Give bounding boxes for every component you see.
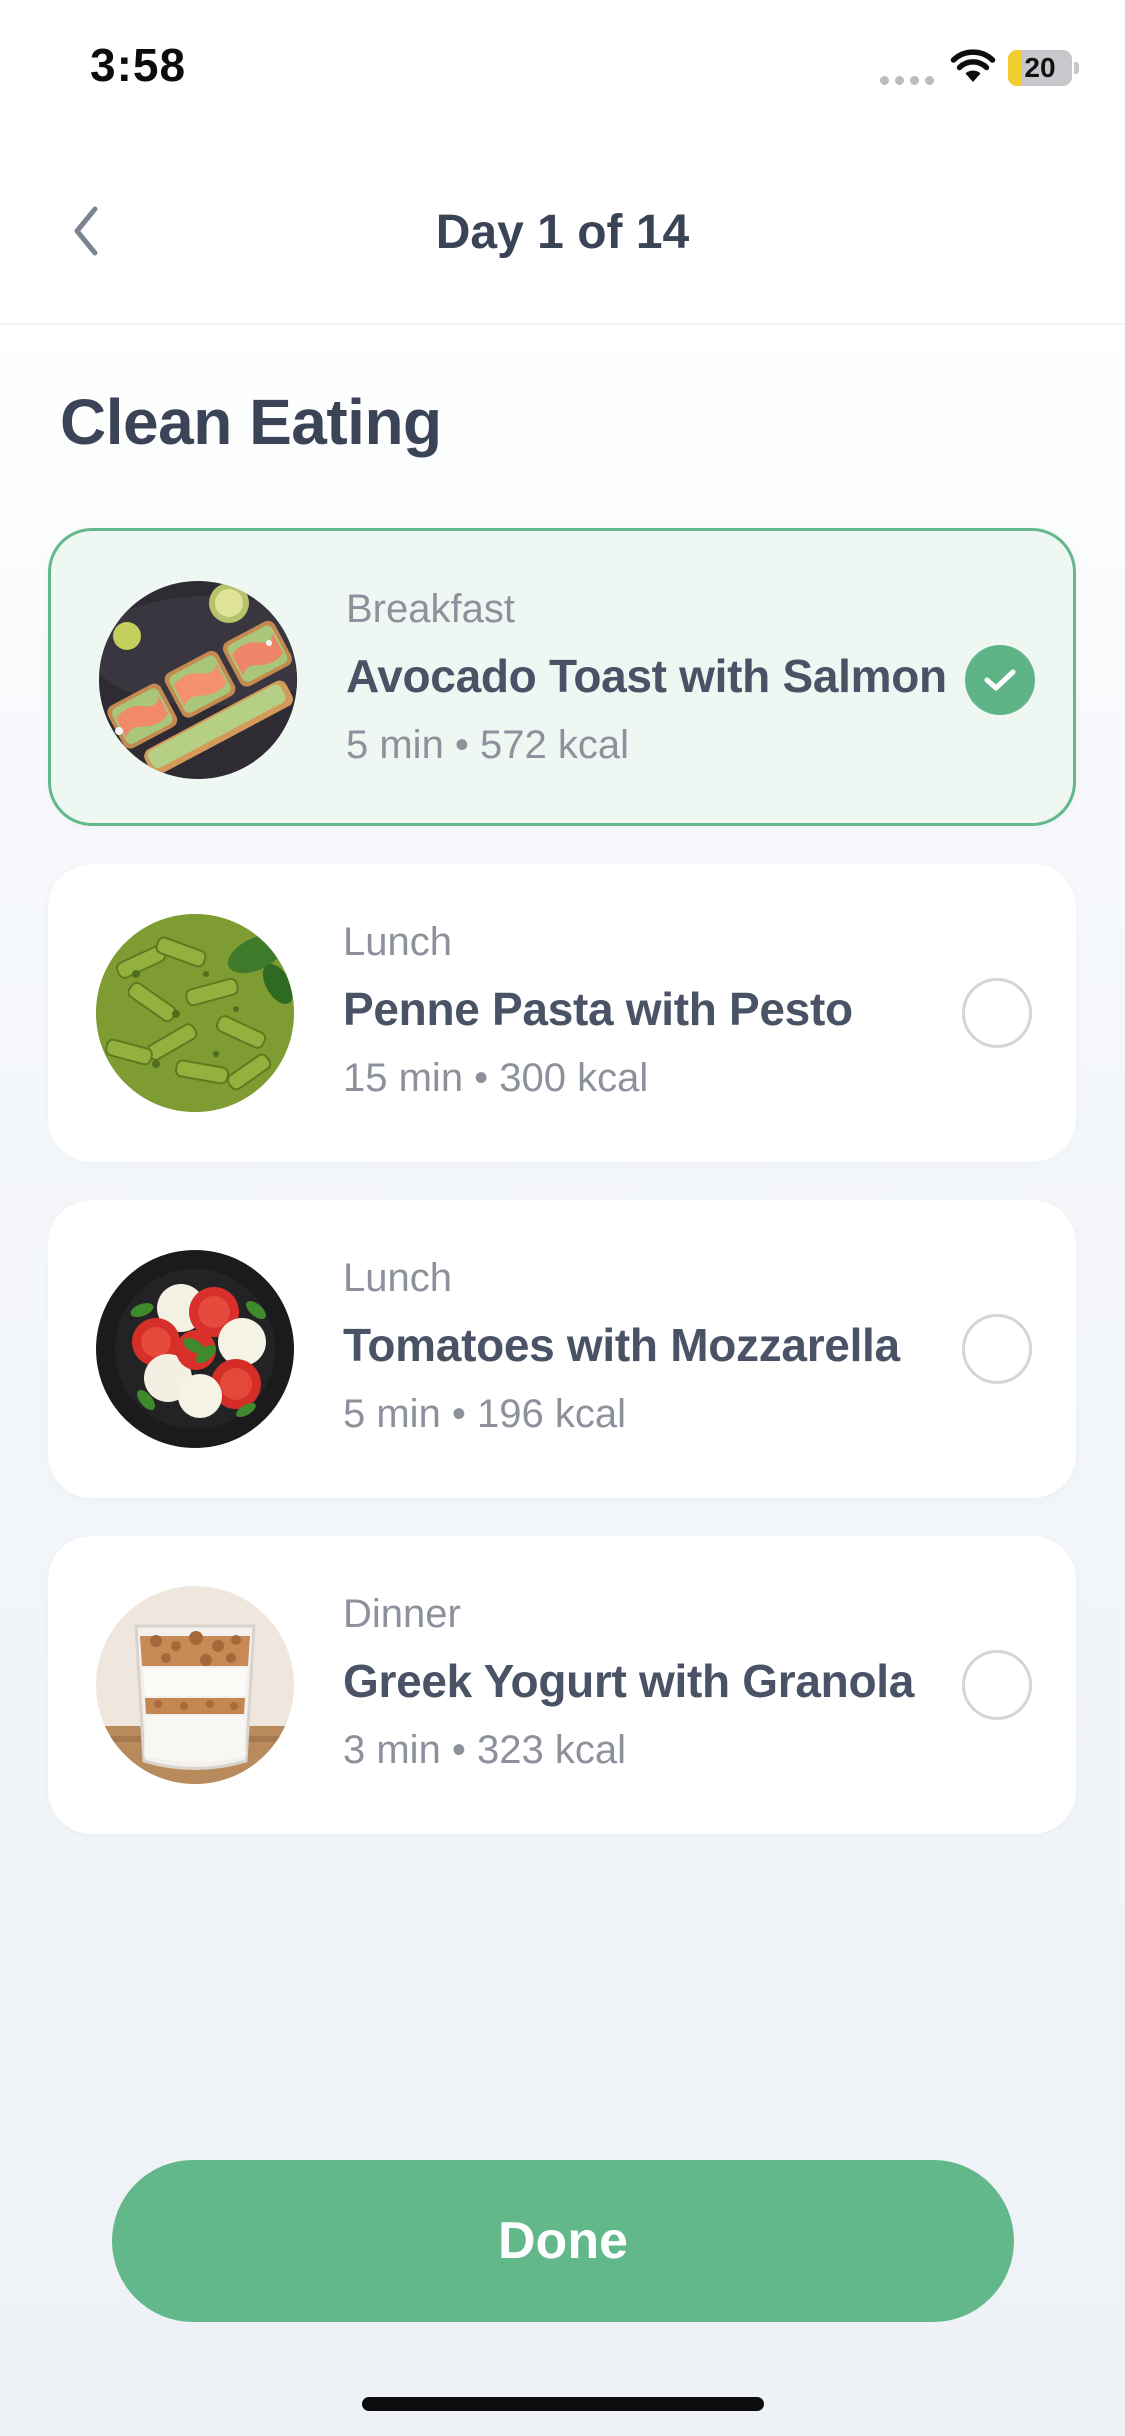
battery-level: 20 [1024, 52, 1056, 83]
meal-card-lunch-caprese[interactable]: Lunch Tomatoes with Mozzarella 5 min • 1… [48, 1200, 1076, 1498]
meal-category: Lunch [343, 920, 452, 964]
status-bar: 3:58 20 [0, 0, 1125, 140]
meal-card-lunch-pasta[interactable]: Lunch Penne Pasta with Pesto 15 min • 30… [48, 864, 1076, 1162]
meal-meta: 5 min • 196 kcal [343, 1392, 627, 1436]
meal-checkbox[interactable] [962, 978, 1032, 1048]
meal-checkbox[interactable] [962, 1650, 1032, 1720]
penne-pesto-image [96, 914, 294, 1112]
meal-plan-screen: 3:58 20 Day 1 of 14 Clean Eating Breakfa… [0, 0, 1125, 2436]
nav-title: Day 1 of 14 [435, 206, 690, 259]
checkmark-icon [984, 669, 1016, 691]
navigation-bar: Day 1 of 14 [0, 140, 1125, 325]
wifi-icon [950, 49, 996, 82]
meal-meta: 3 min • 323 kcal [343, 1728, 627, 1772]
meal-meta: 15 min • 300 kcal [343, 1056, 649, 1100]
meal-category: Lunch [343, 1256, 452, 1300]
meal-photo [96, 1250, 294, 1448]
avocado-toast-salmon-image [99, 581, 297, 779]
meal-checkbox[interactable] [965, 645, 1035, 715]
meal-photo [96, 1586, 294, 1784]
status-time: 3:58 [90, 39, 187, 91]
meal-category: Breakfast [346, 587, 515, 631]
page-title: Clean Eating [60, 386, 442, 458]
meal-photo [99, 581, 297, 779]
meal-list: Breakfast Avocado Toast with Salmon 5 mi… [48, 528, 1076, 1872]
meal-category: Dinner [343, 1592, 461, 1636]
chevron-left-icon [74, 206, 98, 256]
meal-name: Avocado Toast with Salmon [346, 650, 947, 702]
meal-checkbox[interactable] [962, 1314, 1032, 1384]
home-indicator[interactable] [362, 2397, 764, 2411]
meal-name: Penne Pasta with Pesto [343, 983, 853, 1035]
meal-meta: 5 min • 572 kcal [346, 723, 630, 767]
back-button[interactable] [52, 196, 122, 266]
done-button[interactable]: Done [112, 2160, 1014, 2322]
meal-photo [96, 914, 294, 1112]
yogurt-granola-image [96, 1586, 294, 1784]
battery-indicator: 20 [1008, 50, 1079, 86]
caprese-image [96, 1250, 294, 1448]
meal-card-breakfast[interactable]: Breakfast Avocado Toast with Salmon 5 mi… [48, 528, 1076, 826]
meal-card-dinner[interactable]: Dinner Greek Yogurt with Granola 3 min •… [48, 1536, 1076, 1834]
cellular-signal-icon [880, 76, 936, 86]
meal-name: Tomatoes with Mozzarella [343, 1319, 900, 1371]
meal-name: Greek Yogurt with Granola [343, 1655, 915, 1707]
